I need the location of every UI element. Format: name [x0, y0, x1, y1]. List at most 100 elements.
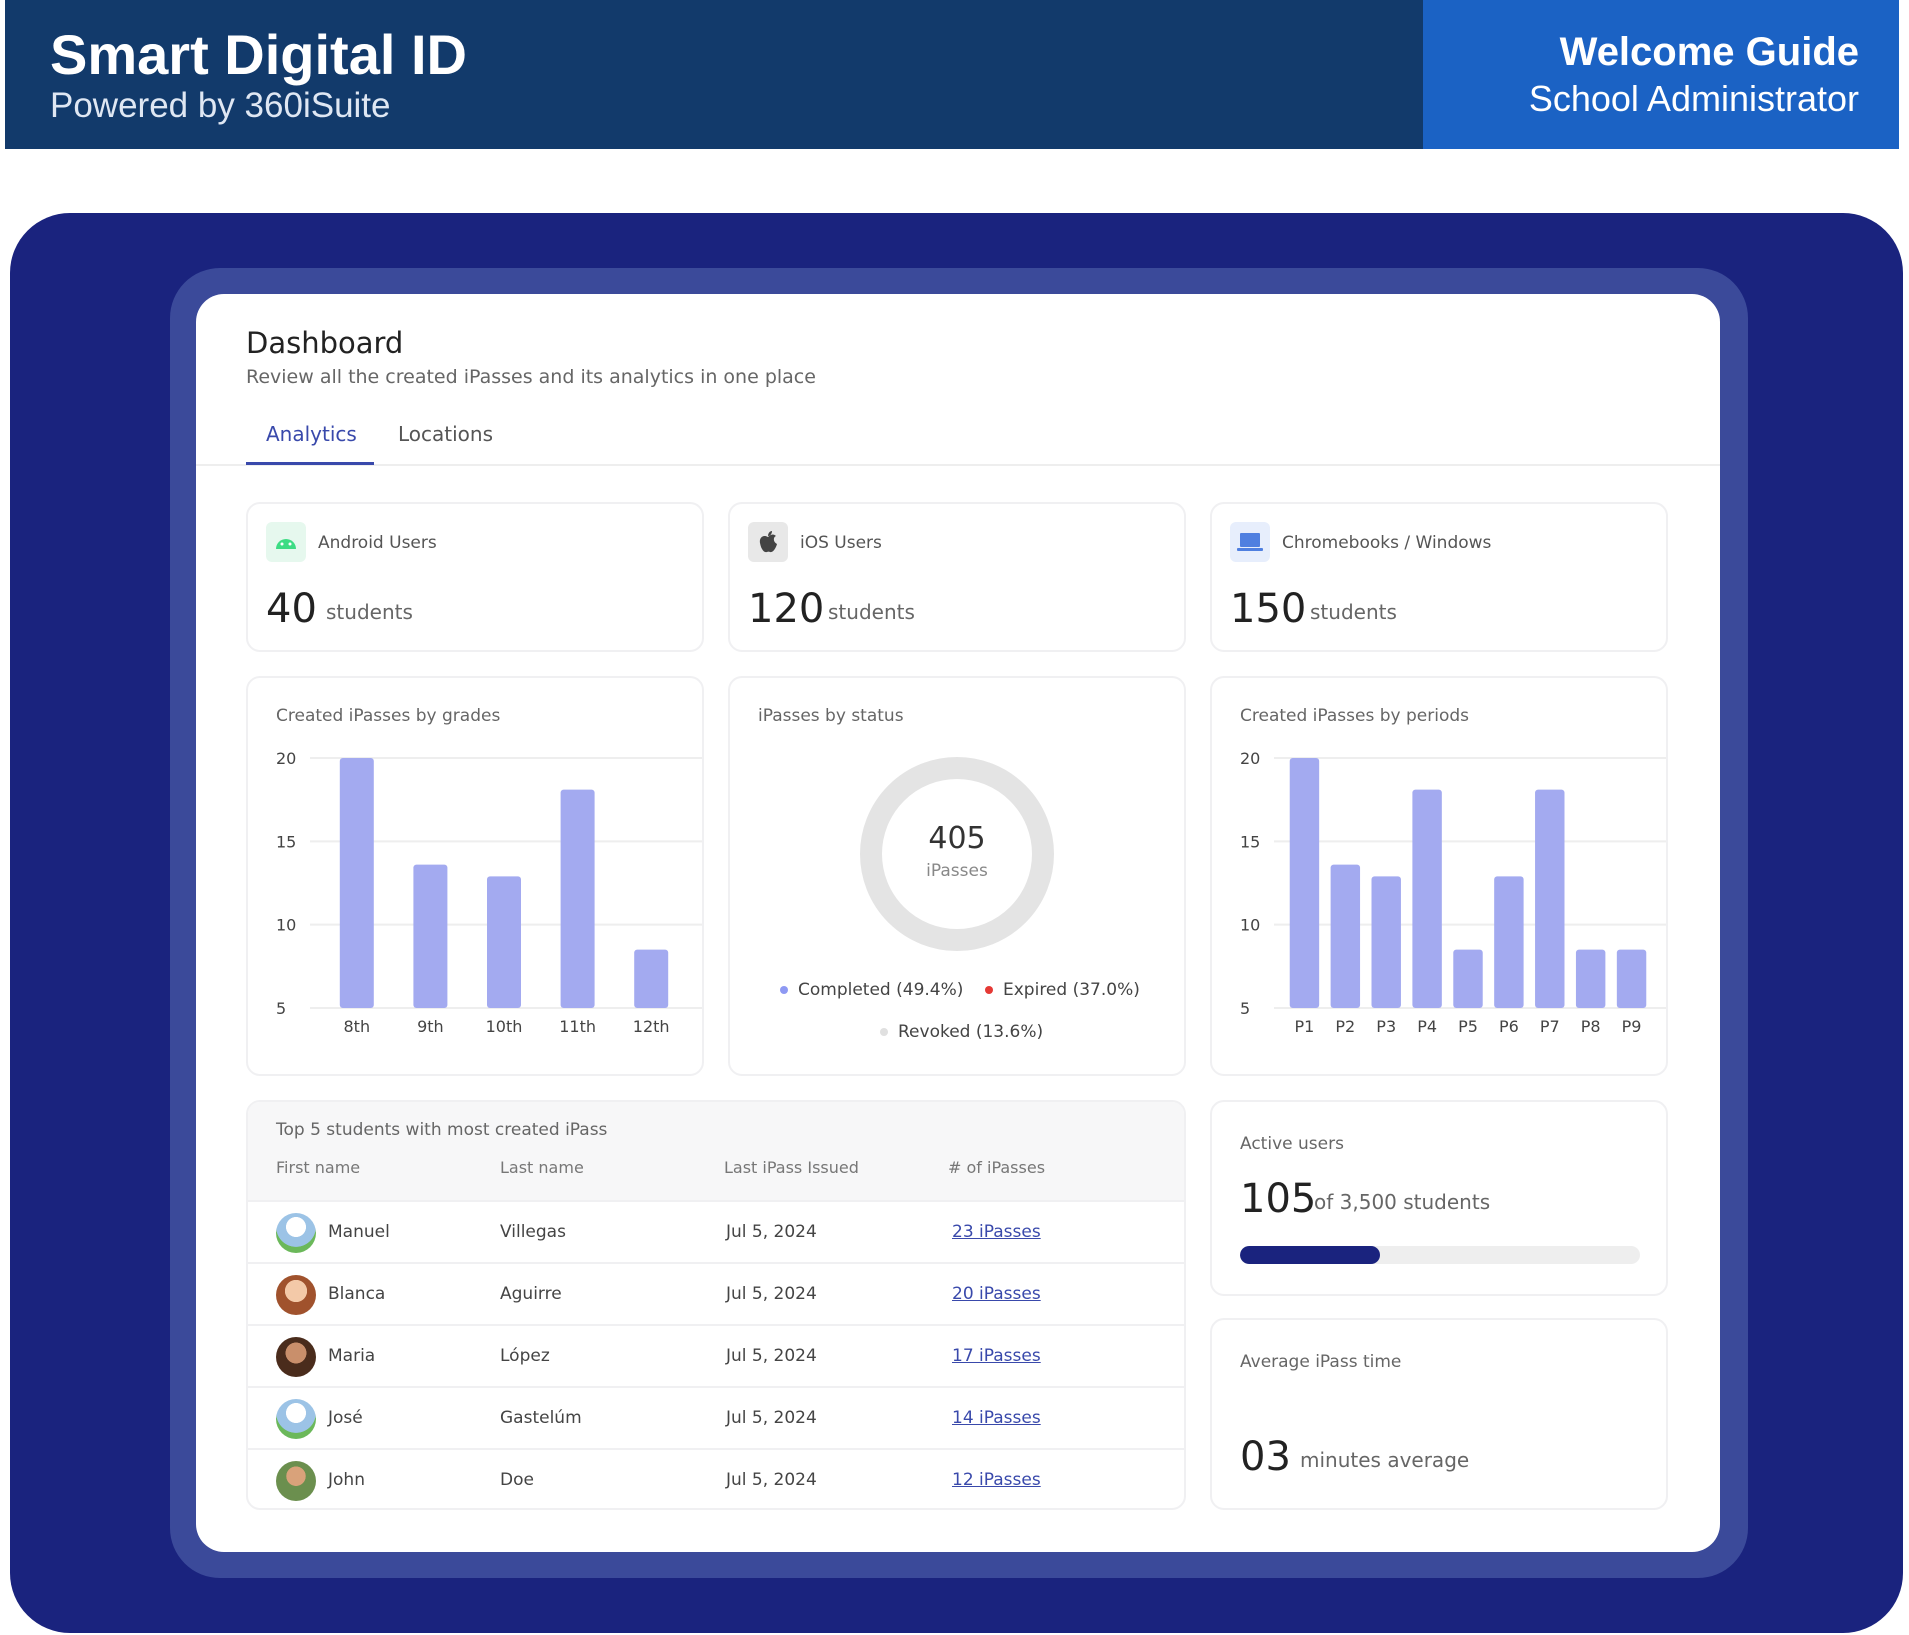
bar-P6[interactable] — [1494, 876, 1524, 1008]
active-users-progress-track — [1240, 1246, 1640, 1264]
tab-analytics[interactable]: Analytics — [266, 422, 357, 446]
ipass-count-link[interactable]: 14 iPasses — [952, 1408, 1041, 1428]
bar-P2[interactable] — [1330, 864, 1361, 1008]
table-row[interactable]: John Doe Jul 5, 2024 12 iPasses — [248, 1448, 1184, 1508]
column-header-last-name[interactable]: Last name — [500, 1158, 584, 1177]
x-tick-label: P1 — [1295, 1017, 1315, 1036]
x-tick-label: 12th — [633, 1017, 670, 1036]
y-tick-label: 15 — [1240, 832, 1260, 851]
table-row[interactable]: Maria López Jul 5, 2024 17 iPasses — [248, 1324, 1184, 1386]
bar-P4[interactable] — [1412, 789, 1442, 1008]
column-header-last-ipass[interactable]: Last iPass Issued — [724, 1158, 859, 1177]
bar-10th[interactable] — [487, 876, 521, 1008]
x-tick-label: P2 — [1335, 1017, 1355, 1036]
last-name: Villegas — [500, 1222, 566, 1242]
stat-label: Chromebooks / Windows — [1282, 533, 1492, 553]
table-row[interactable]: Blanca Aguirre Jul 5, 2024 20 iPasses — [248, 1262, 1184, 1324]
stat-value: 120 — [748, 586, 825, 632]
avatar — [276, 1461, 316, 1501]
last-ipass-date: Jul 5, 2024 — [726, 1470, 817, 1490]
table-row[interactable]: José Gastelúm Jul 5, 2024 14 iPasses — [248, 1386, 1184, 1448]
x-tick-label: 9th — [417, 1017, 444, 1036]
page: Smart Digital ID Powered by 360iSuite We… — [0, 0, 1909, 1635]
y-tick-label: 20 — [1240, 749, 1260, 768]
last-name: Aguirre — [500, 1284, 562, 1304]
chart-card-grades: Created iPasses by grades 20 15 10 5 8th 9th 1… — [246, 676, 704, 1076]
bar-P8[interactable] — [1575, 949, 1606, 1008]
android-icon — [266, 522, 306, 562]
x-tick-label: 11th — [559, 1017, 596, 1036]
y-tick-label: 10 — [1240, 916, 1260, 935]
tab-bar: Analytics Locations — [196, 404, 1720, 466]
avatar — [276, 1337, 316, 1377]
stat-unit: students — [828, 600, 915, 624]
bar-P5[interactable] — [1453, 949, 1483, 1008]
ipass-count-link[interactable]: 17 iPasses — [952, 1346, 1041, 1366]
stat-value: 40 — [266, 586, 317, 632]
apple-icon — [748, 522, 788, 562]
chart-title: iPasses by status — [758, 706, 904, 726]
active-users-card: Active users 105 of 3,500 students — [1210, 1100, 1668, 1296]
first-name: Maria — [328, 1346, 376, 1366]
legend-label: Revoked (13.6%) — [898, 1022, 1044, 1042]
tab-locations[interactable]: Locations — [398, 422, 493, 446]
legend-dot — [780, 986, 788, 994]
last-ipass-date: Jul 5, 2024 — [726, 1284, 817, 1304]
legend-label: Expired (37.0%) — [1003, 980, 1140, 1000]
legend-dot — [985, 986, 993, 994]
stat-card-chromebook: Chromebooks / Windows 150 students — [1210, 502, 1668, 652]
bar-P3[interactable] — [1371, 876, 1401, 1008]
last-ipass-date: Jul 5, 2024 — [726, 1222, 817, 1242]
x-tick-label: P6 — [1499, 1017, 1519, 1036]
last-name: Doe — [500, 1470, 534, 1490]
bar-P1[interactable] — [1289, 758, 1320, 1008]
x-tick-label: P4 — [1417, 1017, 1437, 1036]
bar-8th[interactable] — [339, 758, 374, 1008]
active-users-label: Active users — [1240, 1134, 1344, 1154]
table-row[interactable]: Manuel Villegas Jul 5, 2024 23 iPasses — [248, 1200, 1184, 1262]
last-ipass-date: Jul 5, 2024 — [726, 1346, 817, 1366]
legend-completed: Completed (49.4%) — [780, 980, 963, 1000]
guide-title: Welcome Guide — [1559, 30, 1859, 74]
brand-subtitle: Powered by 360iSuite — [50, 86, 391, 125]
y-tick-label: 20 — [276, 749, 296, 768]
legend-dot — [880, 1028, 888, 1036]
column-header-first-name[interactable]: First name — [276, 1158, 360, 1177]
x-tick-label: P8 — [1581, 1017, 1601, 1036]
bar-P7[interactable] — [1535, 789, 1565, 1008]
laptop-icon — [1230, 522, 1270, 562]
bar-11th[interactable] — [560, 789, 595, 1008]
page-subtitle: Review all the created iPasses and its a… — [246, 366, 816, 388]
bar-12th[interactable] — [634, 949, 669, 1008]
donut-unit: iPasses — [926, 861, 988, 881]
chart-card-status: iPasses by status 405 iPasses Completed … — [728, 676, 1186, 1076]
stat-card-android: Android Users 40 students — [246, 502, 704, 652]
periods-bar-chart: 20 15 10 5 P1 P2 P3 P4 P5 P6 P7 P8 P9 — [1240, 749, 1666, 1036]
active-users-unit: of 3,500 students — [1314, 1190, 1491, 1214]
stat-value: 150 — [1230, 586, 1307, 632]
x-tick-label: P3 — [1376, 1017, 1396, 1036]
ipass-count-link[interactable]: 20 iPasses — [952, 1284, 1041, 1304]
top-students-table: Top 5 students with most created iPass F… — [246, 1100, 1186, 1510]
column-header-ipass-count[interactable]: # of iPasses — [948, 1158, 1045, 1177]
ipass-count-link[interactable]: 23 iPasses — [952, 1222, 1041, 1242]
stat-card-ios: iOS Users 120 students — [728, 502, 1186, 652]
bar-9th[interactable] — [413, 864, 448, 1008]
stat-label: iOS Users — [800, 533, 882, 553]
guide-banner: Welcome Guide School Administrator — [1423, 0, 1899, 149]
legend-revoked: Revoked (13.6%) — [880, 1022, 1043, 1042]
bar-P9[interactable] — [1616, 949, 1647, 1008]
legend-label: Completed (49.4%) — [798, 980, 964, 1000]
first-name: Manuel — [328, 1222, 390, 1242]
average-time-card: Average iPass time 03 minutes average — [1210, 1318, 1668, 1510]
page-title: Dashboard — [246, 326, 404, 360]
stat-unit: students — [1310, 600, 1397, 624]
active-tab-indicator — [246, 462, 374, 465]
grades-bar-chart: 20 15 10 5 8th 9th 10th 11th 12th — [276, 749, 702, 1036]
active-users-value: 105 — [1240, 1176, 1317, 1222]
x-tick-label: 10th — [486, 1017, 523, 1036]
ipass-count-link[interactable]: 12 iPasses — [952, 1470, 1041, 1490]
guide-subtitle: School Administrator — [1528, 78, 1859, 119]
dashboard-screen: Dashboard Review all the created iPasses… — [196, 294, 1720, 1552]
x-tick-label: P5 — [1458, 1017, 1478, 1036]
